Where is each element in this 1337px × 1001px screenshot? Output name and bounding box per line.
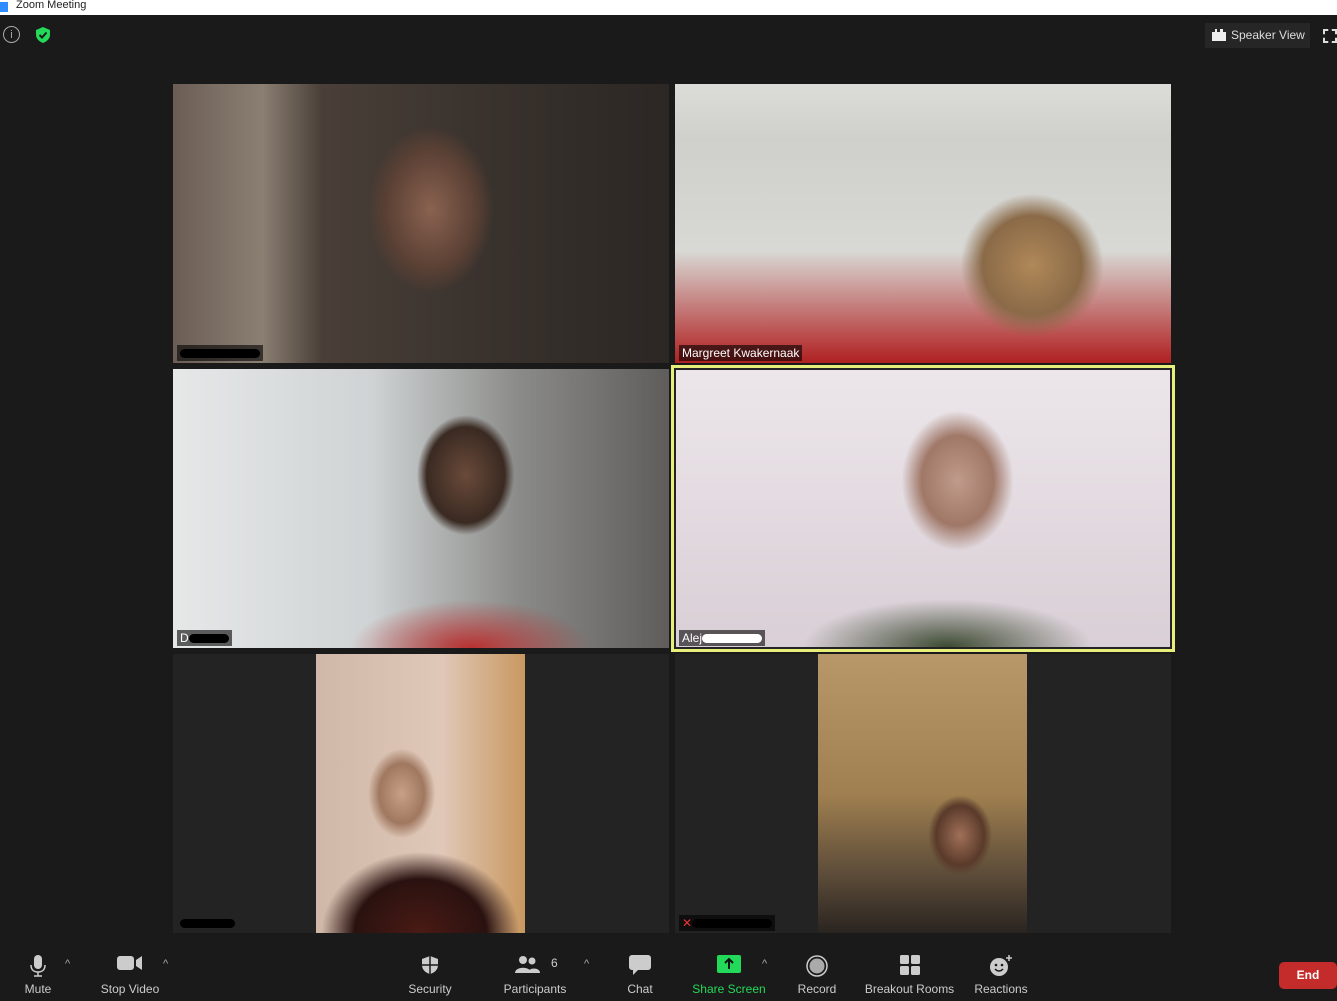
window-title: Zoom Meeting [16,0,87,11]
chat-button[interactable]: Chat [620,940,660,1001]
speaker-view-button[interactable]: Speaker View [1205,23,1310,48]
participant-name [177,345,263,361]
participant-name: ✕ [679,915,776,931]
chat-label: Chat [627,982,653,996]
participant-name: D [177,630,232,646]
breakout-rooms-grid-icon [899,955,920,975]
video-options-caret[interactable]: ^ [163,958,168,970]
participants-label: Participants [503,982,567,996]
meeting-toolbar: Mute ^ Stop Video ^ Security 6 Participa… [0,940,1337,1001]
mute-button[interactable]: Mute [13,940,63,1001]
record-button[interactable]: Record [792,940,842,1001]
chat-bubble-icon [629,955,651,975]
participants-icon [515,956,540,973]
speaker-view-icon [1212,29,1226,41]
video-tile[interactable] [173,84,669,363]
reactions-button[interactable]: Reactions [970,940,1032,1001]
record-icon [806,955,828,977]
breakout-rooms-button[interactable]: Breakout Rooms [862,940,957,1001]
share-options-caret[interactable]: ^ [762,958,767,970]
participant-name [177,915,238,931]
title-bar: Zoom Meeting [0,0,1337,15]
reactions-label: Reactions [974,982,1028,996]
speaker-view-label: Speaker View [1231,28,1305,42]
end-meeting-button[interactable]: End [1279,962,1337,989]
participants-button[interactable]: 6 Participants [500,940,570,1001]
audio-options-caret[interactable]: ^ [65,958,70,970]
video-camera-icon [117,956,142,970]
record-label: Record [797,982,837,996]
video-feed [676,370,1170,647]
reactions-smiley-icon [990,955,1012,976]
meeting-info-icon[interactable]: i [3,26,20,43]
microphone-icon [30,955,46,977]
redacted-name [702,634,763,644]
redacted-name [180,349,260,359]
encryption-shield-icon[interactable] [34,26,52,44]
mute-label: Mute [24,982,52,996]
share-screen-button[interactable]: Share Screen [690,940,768,1001]
share-screen-label: Share Screen [692,982,766,996]
fullscreen-icon[interactable] [1323,29,1337,43]
security-shield-icon [422,956,438,974]
security-label: Security [408,982,452,996]
video-feed [173,84,669,363]
redacted-name [180,919,235,929]
video-tile-active-speaker[interactable]: Alej [671,365,1175,652]
participants-options-caret[interactable]: ^ [584,958,589,970]
video-feed [675,84,1171,363]
video-feed [173,369,669,648]
video-feed [818,654,1027,933]
video-tile[interactable]: ✕ [675,654,1171,933]
video-tile[interactable] [173,654,669,933]
stop-video-button[interactable]: Stop Video [95,940,165,1001]
video-feed [316,654,525,933]
participant-name: Alej [679,630,766,646]
share-screen-arrow-icon [717,955,741,973]
participant-name: Margreet Kwakernaak [679,345,803,361]
breakout-rooms-label: Breakout Rooms [864,982,955,996]
video-tile[interactable]: Margreet Kwakernaak [675,84,1171,363]
security-button[interactable]: Security [400,940,460,1001]
stop-video-label: Stop Video [100,982,160,996]
redacted-name [692,919,773,929]
redacted-name [188,634,229,644]
video-tile[interactable]: D [173,369,669,648]
participants-count: 6 [551,956,558,970]
zoom-app-icon [0,2,8,12]
